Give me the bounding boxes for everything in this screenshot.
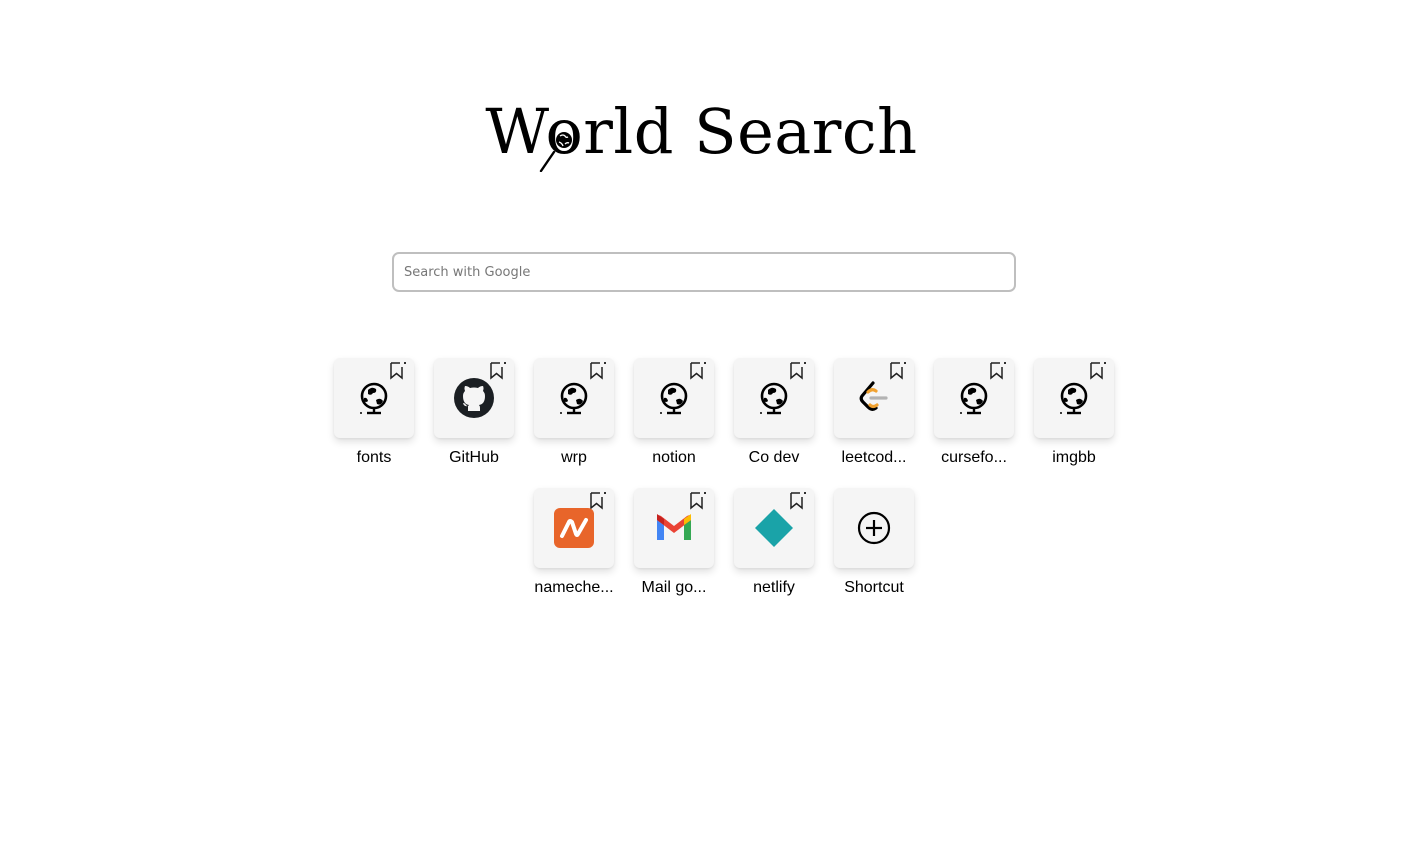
shortcut-card[interactable] bbox=[534, 488, 614, 568]
globe-icon bbox=[1060, 382, 1088, 415]
shortcut-label: Co dev bbox=[748, 449, 800, 466]
shortcut-label: notion bbox=[652, 449, 696, 466]
shortcut-namecheap[interactable]: nameche... bbox=[534, 488, 634, 610]
search-box[interactable] bbox=[392, 252, 1016, 292]
shortcut-card[interactable] bbox=[1034, 358, 1114, 438]
shortcut-label: imgbb bbox=[1052, 449, 1096, 466]
shortcut-label: Mail go... bbox=[641, 579, 707, 596]
shortcut-card[interactable] bbox=[934, 358, 1014, 438]
shortcut-leetcode[interactable]: leetcod... bbox=[834, 358, 934, 480]
shortcut-card[interactable] bbox=[834, 358, 914, 438]
namecheap-icon bbox=[554, 508, 594, 548]
search-input[interactable] bbox=[394, 254, 1014, 290]
shortcut-card[interactable] bbox=[634, 358, 714, 438]
plus-circle-icon bbox=[857, 511, 891, 545]
add-shortcut-button[interactable]: Shortcut bbox=[834, 488, 934, 610]
shortcut-label: netlify bbox=[753, 579, 795, 596]
gmail-icon bbox=[657, 514, 691, 540]
shortcut-label: fonts bbox=[356, 449, 392, 466]
globe-icon bbox=[560, 382, 588, 415]
magnifier-globe-icon bbox=[540, 132, 573, 172]
globe-icon bbox=[960, 382, 988, 415]
shortcut-imgbb[interactable]: imgbb bbox=[1034, 358, 1134, 480]
shortcut-mail-google[interactable]: Mail go... bbox=[634, 488, 734, 610]
github-icon bbox=[454, 378, 494, 418]
shortcut-label: nameche... bbox=[534, 579, 614, 596]
shortcut-card[interactable] bbox=[334, 358, 414, 438]
shortcut-card[interactable] bbox=[634, 488, 714, 568]
shortcut-label: leetcod... bbox=[841, 449, 907, 466]
shortcut-label: GitHub bbox=[449, 449, 499, 466]
netlify-icon bbox=[755, 509, 793, 547]
shortcut-card[interactable] bbox=[534, 358, 614, 438]
leetcode-icon bbox=[859, 381, 888, 411]
logo-wrap: World Search bbox=[485, 92, 917, 172]
globe-icon bbox=[360, 382, 388, 415]
add-shortcut-label: Shortcut bbox=[844, 579, 904, 596]
shortcut-netlify[interactable]: netlify bbox=[734, 488, 834, 610]
globe-icon bbox=[760, 382, 788, 415]
shortcut-card[interactable] bbox=[834, 488, 914, 568]
shortcut-notion[interactable]: notion bbox=[634, 358, 734, 480]
shortcut-card[interactable] bbox=[734, 358, 814, 438]
shortcut-co-dev[interactable]: Co dev bbox=[734, 358, 834, 480]
shortcut-label: cursefo... bbox=[941, 449, 1007, 466]
shortcut-card[interactable] bbox=[734, 488, 814, 568]
shortcut-label: wrp bbox=[561, 449, 587, 466]
shortcut-github[interactable]: GitHub bbox=[434, 358, 534, 480]
shortcut-wrp[interactable]: wrp bbox=[534, 358, 634, 480]
shortcut-card[interactable] bbox=[434, 358, 514, 438]
logo: World Search bbox=[0, 92, 1403, 172]
globe-icon bbox=[660, 382, 688, 415]
shortcut-fonts[interactable]: fonts bbox=[334, 358, 434, 480]
shortcut-cursefo[interactable]: cursefo... bbox=[934, 358, 1034, 480]
